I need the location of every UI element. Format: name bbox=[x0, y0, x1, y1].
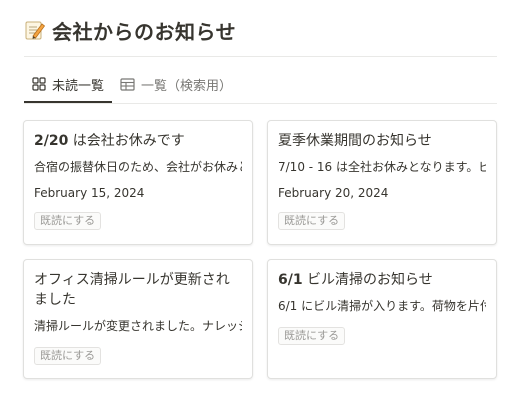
card-title-number: 6/1 bbox=[278, 272, 303, 288]
memo-icon bbox=[24, 19, 46, 41]
card-title-text: 夏季休業期間のお知らせ bbox=[278, 133, 432, 149]
notice-card[interactable]: 6/1 ビル清掃のお知らせ 6/1 にビル清掃が入ります。荷物を片付けてください… bbox=[267, 259, 497, 379]
card-body-preview: 清掃ルールが変更されました。ナレッジ bbox=[34, 319, 242, 333]
gallery-icon bbox=[32, 77, 46, 91]
card-body-preview: 合宿の振替休日のため、会社がお休みとなります。 bbox=[34, 160, 242, 174]
card-body-preview: 6/1 にビル清掃が入ります。荷物を片付けてください。 bbox=[278, 299, 486, 313]
page-title: 会社からのお知らせ bbox=[52, 19, 237, 44]
card-title-text: ビル清掃のお知らせ bbox=[302, 272, 433, 288]
card-date: February 15, 2024 bbox=[34, 186, 145, 200]
card-title-text: は会社お休みです bbox=[68, 133, 185, 149]
mark-read-tag[interactable]: 既読にする bbox=[34, 347, 102, 365]
mark-read-tag[interactable]: 既読にする bbox=[278, 327, 346, 345]
card-title-text: オフィス清掃ルールが更新されました bbox=[34, 272, 230, 308]
view-tabs: 未読一覧 一覧（検索用） bbox=[24, 66, 240, 103]
card-title: 夏季休業期間のお知らせ bbox=[278, 131, 486, 151]
card-title-number: 2/20 bbox=[34, 133, 69, 149]
notice-card[interactable]: 夏季休業期間のお知らせ 7/10 - 16 は全社お休みとなります。ビル Feb… bbox=[267, 120, 497, 245]
tab-label: 一覧（検索用） bbox=[141, 78, 233, 94]
page-header: 会社からのお知らせ bbox=[24, 14, 236, 46]
card-title: 2/20 は会社お休みです bbox=[34, 131, 242, 151]
card-title: 6/1 ビル清掃のお知らせ bbox=[278, 270, 486, 290]
card-title: オフィス清掃ルールが更新されました bbox=[34, 270, 234, 310]
card-body-preview: 7/10 - 16 は全社お休みとなります。ビル bbox=[278, 160, 486, 174]
tabs-divider bbox=[24, 103, 497, 104]
mark-read-tag[interactable]: 既読にする bbox=[34, 212, 102, 230]
tab-label: 未読一覧 bbox=[52, 78, 105, 94]
notice-card[interactable]: 2/20 は会社お休みです 合宿の振替休日のため、会社がお休みとなります。 Fe… bbox=[23, 120, 253, 245]
card-date: February 20, 2024 bbox=[278, 186, 389, 200]
tab-unread-list[interactable]: 未読一覧 bbox=[24, 66, 113, 103]
notice-card[interactable]: オフィス清掃ルールが更新されました 清掃ルールが変更されました。ナレッジ 既読に… bbox=[23, 259, 253, 379]
table-icon bbox=[120, 77, 135, 91]
tab-search-list[interactable]: 一覧（検索用） bbox=[112, 66, 240, 102]
mark-read-tag[interactable]: 既読にする bbox=[278, 212, 346, 230]
title-divider bbox=[24, 56, 497, 57]
